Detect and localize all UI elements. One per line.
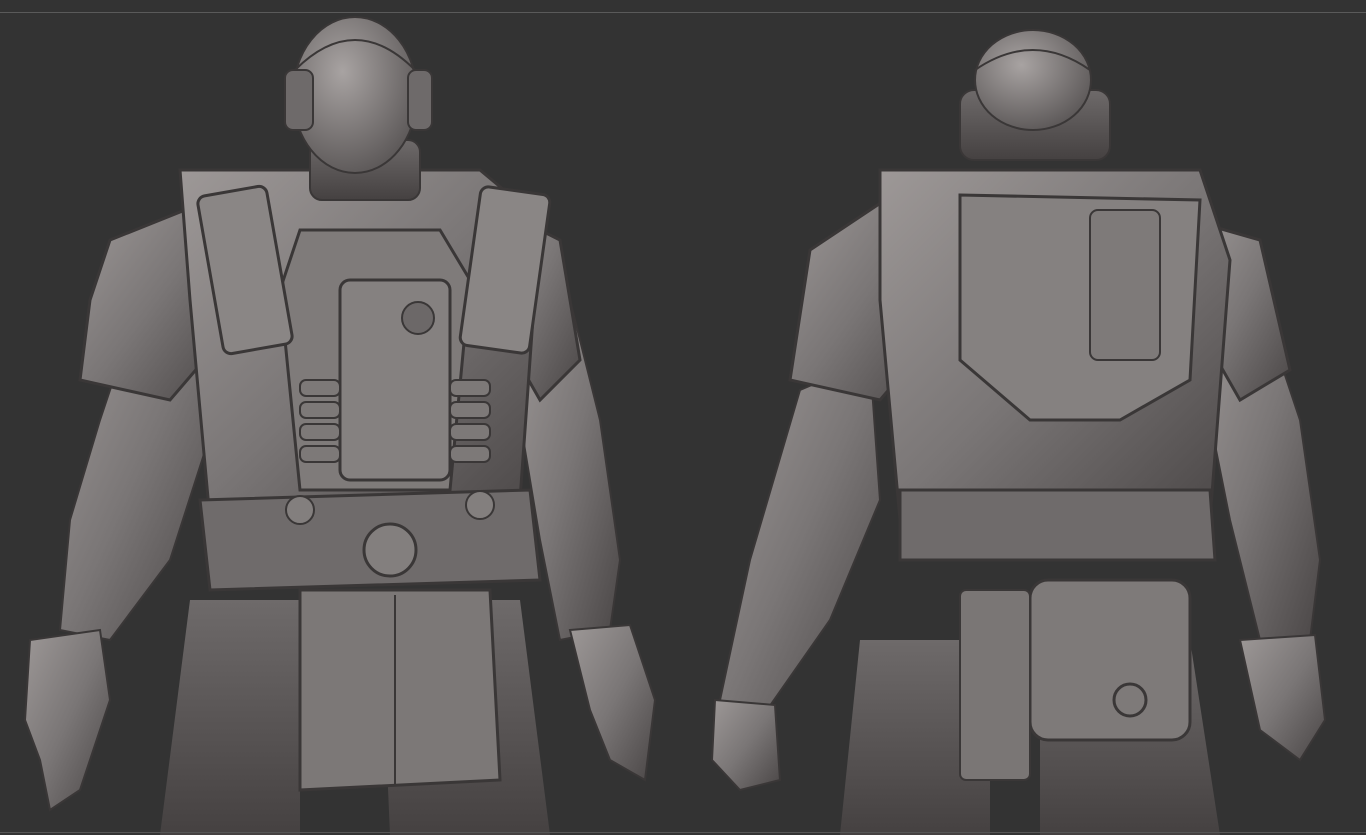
front-model[interactable]	[23, 16, 657, 835]
back-model[interactable]	[710, 29, 1327, 835]
sculpt-viewport[interactable]	[0, 0, 1366, 835]
sculpt-render	[23, 16, 1327, 835]
viewport-bottom-border	[0, 832, 1366, 833]
